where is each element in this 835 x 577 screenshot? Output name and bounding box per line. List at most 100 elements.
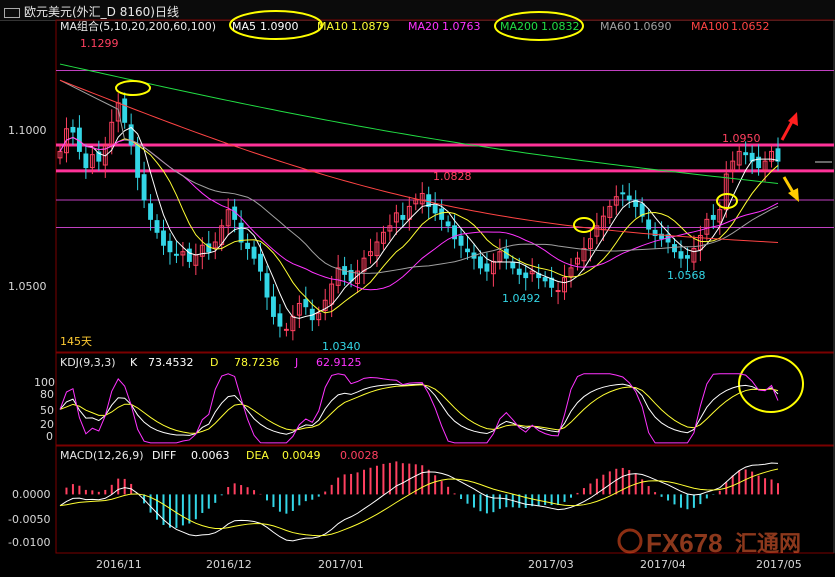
x-tick-2017-05: 2017/05 xyxy=(756,558,802,571)
candle-body[interactable] xyxy=(432,204,438,214)
candle-body[interactable] xyxy=(710,214,716,220)
kdj-d-line xyxy=(59,384,779,434)
candle-body[interactable] xyxy=(523,272,529,279)
kdj-tick-80: 80 xyxy=(40,388,54,401)
candle-body[interactable] xyxy=(439,208,445,220)
kdj-tick-0: 0 xyxy=(46,430,53,443)
candle-body[interactable] xyxy=(445,221,451,227)
candle-body[interactable] xyxy=(251,246,257,259)
candle-body[interactable] xyxy=(685,255,690,259)
candle-body[interactable] xyxy=(186,248,192,262)
candle-body[interactable] xyxy=(678,251,684,259)
candle-body[interactable] xyxy=(154,220,160,233)
kdj-d-name: D xyxy=(210,356,218,369)
kdj-j-name: J xyxy=(294,356,298,369)
candle-body[interactable] xyxy=(620,192,626,195)
ma60-value: 1.0690 xyxy=(633,20,672,33)
ma5-value: 1.0900 xyxy=(260,20,299,33)
macd-legend: MACD(12,26,9) DIFF 0.0063 DEA 0.0049 0.0… xyxy=(60,449,379,462)
macd-title: MACD(12,26,9) xyxy=(60,449,144,462)
y-tick-1.1000: 1.1000 xyxy=(8,124,47,137)
candle-body[interactable] xyxy=(167,240,173,253)
candle-body[interactable] xyxy=(122,98,128,123)
circle-kdj xyxy=(738,355,804,413)
candlesticks[interactable] xyxy=(57,92,781,341)
candle-body[interactable] xyxy=(743,152,749,156)
kdj-k-value: 73.4532 xyxy=(148,356,194,369)
macd-dea-line xyxy=(59,468,779,537)
y-tick-1.0500: 1.0500 xyxy=(8,280,47,293)
x-tick-2016-12: 2016/12 xyxy=(206,558,252,571)
price-label-1.0492: 1.0492 xyxy=(502,292,541,305)
candle-body[interactable] xyxy=(646,219,652,230)
macd-dea-value: 0.0049 xyxy=(282,449,321,462)
candle-body[interactable] xyxy=(161,230,166,246)
forex-chart[interactable]: MA组合(5,10,20,200,60,100) MA5 1.0900 MA10… xyxy=(0,0,835,577)
candle-body[interactable] xyxy=(465,248,470,253)
ma10-value: 1.0879 xyxy=(351,20,390,33)
price-label-1.0950: 1.0950 xyxy=(722,132,761,145)
macd-axis: 0.0000 -0.0050 -0.0100 xyxy=(8,488,51,549)
watermark-logo-icon xyxy=(617,528,643,554)
x-tick-2017-03: 2017/03 xyxy=(528,558,574,571)
candle-body[interactable] xyxy=(271,296,276,317)
price-label-1.1299: 1.1299 xyxy=(80,37,119,50)
candle-body[interactable] xyxy=(484,263,490,272)
macd-tick-neg0100: -0.0100 xyxy=(8,536,50,549)
macd-diff-value: 0.0063 xyxy=(191,449,230,462)
candle-body[interactable] xyxy=(510,261,516,269)
candle-body[interactable] xyxy=(258,253,263,272)
kdj-lines xyxy=(59,373,779,444)
candle-body[interactable] xyxy=(516,268,522,275)
candle-body[interactable] xyxy=(458,235,464,246)
candle-body[interactable] xyxy=(672,244,677,253)
candle-body[interactable] xyxy=(555,290,561,293)
x-tick-2017-04: 2017/04 xyxy=(640,558,686,571)
kdj-tick-50: 50 xyxy=(40,404,54,417)
circle-nov-high xyxy=(115,80,151,96)
candle-body[interactable] xyxy=(238,222,244,243)
direction-arrows xyxy=(780,112,799,202)
panel-frames xyxy=(55,19,835,554)
candle-body[interactable] xyxy=(400,214,406,220)
ma60-name: MA60 xyxy=(600,20,631,33)
watermark-sub: 汇通网 xyxy=(735,532,801,557)
candle-body[interactable] xyxy=(264,273,270,298)
ma-legend: MA组合(5,10,20,200,60,100) MA5 1.0900 MA10… xyxy=(60,19,770,33)
candle-body[interactable] xyxy=(542,277,548,282)
kdj-d-value: 78.7236 xyxy=(234,356,280,369)
kdj-legend: KDJ(9,3,3) K 73.4532 D 78.7236 J 62.9125 xyxy=(60,356,362,369)
candle-body[interactable] xyxy=(283,328,289,331)
candle-body[interactable] xyxy=(83,153,89,169)
price-label-1.0568: 1.0568 xyxy=(667,269,706,282)
candle-body[interactable] xyxy=(173,253,179,256)
ma10-name: MA10 xyxy=(317,20,348,33)
kdj-title: KDJ(9,3,3) xyxy=(60,356,116,369)
macd-tick-neg0050: -0.0050 xyxy=(8,513,50,526)
period-label: 145天 xyxy=(60,335,92,348)
candle-body[interactable] xyxy=(135,144,141,178)
price-label-1.0340: 1.0340 xyxy=(322,340,361,353)
ma-legend-label: MA组合(5,10,20,200,60,100) xyxy=(60,19,216,33)
kdj-j-value: 62.9125 xyxy=(316,356,362,369)
ma20-value: 1.0763 xyxy=(442,20,481,33)
macd-tick-0: 0.0000 xyxy=(12,488,51,501)
ma200-name: MA200 xyxy=(500,20,538,33)
ma100-value: 1.0652 xyxy=(731,20,770,33)
candle-body[interactable] xyxy=(148,203,153,220)
macd-diff-name: DIFF xyxy=(152,449,176,462)
candle-body[interactable] xyxy=(70,126,76,133)
candle-body[interactable] xyxy=(626,195,632,201)
date-axis: 2016/11 2016/12 2017/01 2017/03 2017/04 … xyxy=(96,558,802,571)
price-labels: 1.1299 1.0340 1.0828 1.0492 1.0568 1.095… xyxy=(60,37,761,353)
candle-body[interactable] xyxy=(277,313,283,327)
macd-hist-value: 0.0028 xyxy=(340,449,379,462)
candle-body[interactable] xyxy=(141,174,147,201)
candle-body[interactable] xyxy=(245,242,251,249)
ma100-name: MA100 xyxy=(691,20,729,33)
watermark: FX678 汇通网 xyxy=(617,528,801,558)
candle-body[interactable] xyxy=(478,256,483,269)
candle-body[interactable] xyxy=(303,299,309,308)
candle-body[interactable] xyxy=(775,148,781,162)
kdj-axis: 100 80 50 20 0 xyxy=(34,376,55,443)
